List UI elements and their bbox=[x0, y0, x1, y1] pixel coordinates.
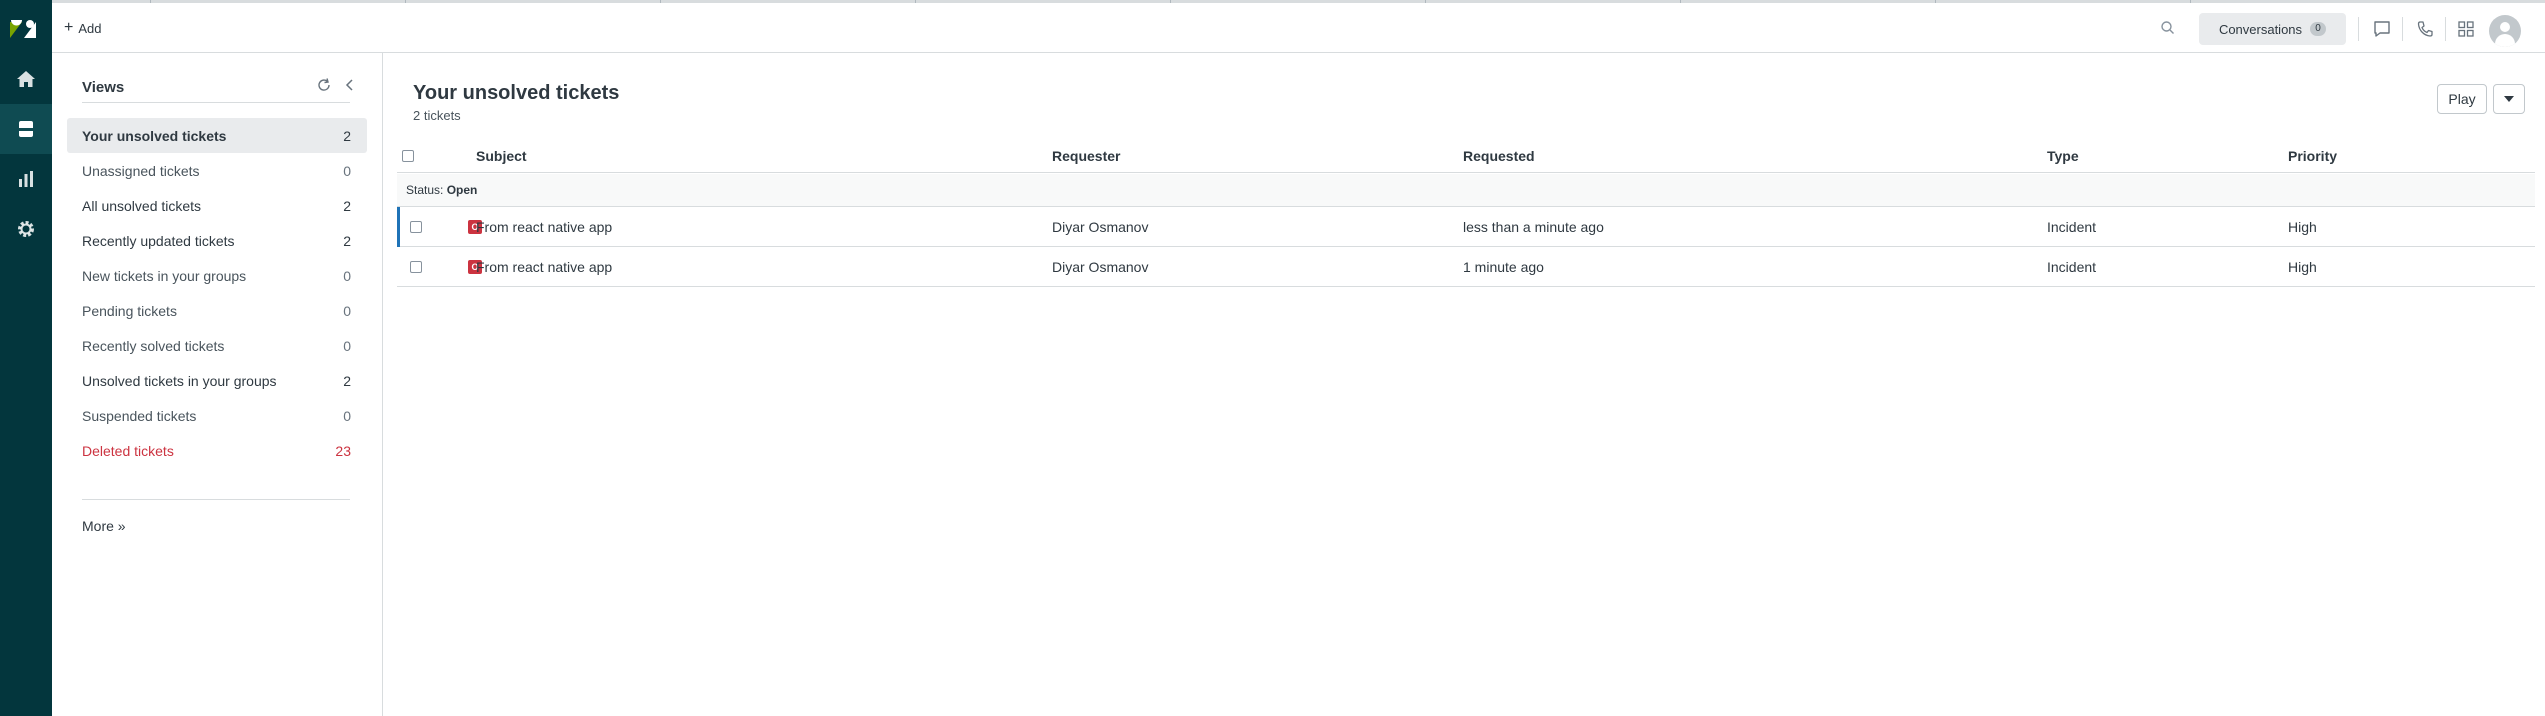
table-header: Subject Requester Requested Type Priorit… bbox=[397, 138, 2535, 173]
view-item-count: 23 bbox=[335, 442, 351, 459]
view-item-label: Suspended tickets bbox=[82, 407, 197, 424]
collapse-chevron-icon[interactable] bbox=[342, 77, 358, 93]
column-header-subject[interactable]: Subject bbox=[476, 148, 527, 164]
select-all-checkbox[interactable] bbox=[402, 150, 414, 162]
view-item-count: 0 bbox=[343, 267, 351, 284]
refresh-icon[interactable] bbox=[316, 77, 332, 93]
view-item-label: Recently solved tickets bbox=[82, 337, 225, 354]
add-button[interactable]: + Add bbox=[64, 17, 101, 39]
view-item-unsolved-in-groups[interactable]: Unsolved tickets in your groups 2 bbox=[67, 363, 367, 398]
view-item-count: 0 bbox=[343, 162, 351, 179]
column-header-requester[interactable]: Requester bbox=[1052, 148, 1120, 164]
tickets-icon[interactable] bbox=[0, 104, 52, 154]
zendesk-logo-icon[interactable] bbox=[10, 18, 36, 40]
table-row[interactable]: O From react native app Diyar Osmanov 1 … bbox=[397, 247, 2535, 287]
views-sidebar: Views Your unsolved tickets 2 Unassigned… bbox=[52, 53, 383, 716]
view-item-count: 2 bbox=[343, 232, 351, 249]
cell-type: Incident bbox=[2047, 219, 2097, 235]
group-label-prefix: Status: bbox=[406, 183, 444, 197]
group-label-value: Open bbox=[446, 183, 478, 197]
cell-requester: Diyar Osmanov bbox=[1052, 259, 1149, 275]
view-item-all-unsolved[interactable]: All unsolved tickets 2 bbox=[67, 188, 367, 223]
more-views-link[interactable]: More » bbox=[82, 518, 126, 534]
user-avatar[interactable] bbox=[2489, 15, 2521, 47]
view-item-suspended[interactable]: Suspended tickets 0 bbox=[67, 398, 367, 433]
view-item-label: Deleted tickets bbox=[82, 442, 174, 459]
view-item-count: 0 bbox=[343, 337, 351, 354]
view-item-label: Your unsolved tickets bbox=[82, 127, 227, 144]
product-rail bbox=[0, 0, 52, 716]
column-header-priority[interactable]: Priority bbox=[2288, 148, 2337, 164]
reporting-icon[interactable] bbox=[0, 154, 52, 204]
cell-priority: High bbox=[2288, 259, 2317, 275]
view-item-your-unsolved[interactable]: Your unsolved tickets 2 bbox=[67, 118, 367, 153]
conversations-label: Conversations bbox=[2218, 21, 2303, 37]
view-item-label: Unsolved tickets in your groups bbox=[82, 372, 277, 389]
view-item-label: Recently updated tickets bbox=[82, 232, 235, 249]
phone-icon[interactable] bbox=[2413, 17, 2437, 41]
view-item-recently-updated[interactable]: Recently updated tickets 2 bbox=[67, 223, 367, 258]
app-window: + Add Conversations 0 Views Your unsolve… bbox=[0, 0, 2545, 716]
cell-requested: less than a minute ago bbox=[1463, 219, 1604, 235]
chat-icon[interactable] bbox=[2370, 17, 2394, 41]
plus-icon: + bbox=[64, 19, 74, 36]
views-title: Views bbox=[82, 79, 125, 96]
cell-requested: 1 minute ago bbox=[1463, 259, 1544, 275]
table-row[interactable]: O From react native app Diyar Osmanov le… bbox=[397, 207, 2535, 247]
view-item-count: 2 bbox=[343, 372, 351, 389]
page-title: Your unsolved tickets bbox=[413, 82, 620, 104]
view-item-label: Pending tickets bbox=[82, 302, 177, 319]
view-item-recently-solved[interactable]: Recently solved tickets 0 bbox=[67, 328, 367, 363]
view-item-new-in-groups[interactable]: New tickets in your groups 0 bbox=[67, 258, 367, 293]
search-icon[interactable] bbox=[2159, 19, 2177, 37]
top-header: + Add Conversations 0 bbox=[52, 3, 2545, 53]
conversations-button[interactable]: Conversations 0 bbox=[2199, 13, 2346, 45]
play-button[interactable]: Play bbox=[2437, 84, 2487, 114]
cell-subject[interactable]: From react native app bbox=[476, 259, 612, 275]
view-item-pending[interactable]: Pending tickets 0 bbox=[67, 293, 367, 328]
apps-grid-icon[interactable] bbox=[2454, 17, 2478, 41]
views-divider bbox=[82, 499, 350, 500]
view-item-label: New tickets in your groups bbox=[82, 267, 247, 284]
view-list: Your unsolved tickets 2 Unassigned ticke… bbox=[67, 118, 367, 468]
column-header-type[interactable]: Type bbox=[2047, 148, 2079, 164]
ticket-view-main: Your unsolved tickets 2 tickets Play Sub… bbox=[384, 53, 2545, 716]
settings-icon[interactable] bbox=[0, 204, 52, 254]
row-checkbox[interactable] bbox=[410, 261, 422, 273]
view-item-deleted[interactable]: Deleted tickets 23 bbox=[67, 433, 367, 468]
cell-type: Incident bbox=[2047, 259, 2097, 275]
header-divider bbox=[2445, 17, 2446, 41]
group-header-row: Status: Open bbox=[397, 174, 2535, 207]
view-item-label: Unassigned tickets bbox=[82, 162, 200, 179]
view-item-unassigned[interactable]: Unassigned tickets 0 bbox=[67, 153, 367, 188]
cell-requester: Diyar Osmanov bbox=[1052, 219, 1149, 235]
row-checkbox[interactable] bbox=[410, 221, 422, 233]
add-button-label: Add bbox=[78, 20, 102, 36]
home-icon[interactable] bbox=[0, 54, 52, 104]
ticket-count: 2 tickets bbox=[413, 108, 461, 123]
cell-priority: High bbox=[2288, 219, 2317, 235]
views-divider bbox=[82, 102, 350, 103]
chevron-down-icon bbox=[2504, 96, 2514, 102]
options-dropdown-button[interactable] bbox=[2493, 84, 2525, 114]
cell-subject[interactable]: From react native app bbox=[476, 219, 612, 235]
view-item-count: 0 bbox=[343, 302, 351, 319]
group-label: Status: Open bbox=[406, 183, 477, 197]
header-divider bbox=[2358, 17, 2359, 41]
view-item-count: 2 bbox=[343, 197, 351, 214]
view-item-count: 0 bbox=[343, 407, 351, 424]
header-divider bbox=[2402, 17, 2403, 41]
view-item-label: All unsolved tickets bbox=[82, 197, 202, 214]
column-header-requested[interactable]: Requested bbox=[1463, 148, 1535, 164]
view-item-count: 2 bbox=[343, 127, 351, 144]
conversations-count-badge: 0 bbox=[2310, 22, 2327, 36]
